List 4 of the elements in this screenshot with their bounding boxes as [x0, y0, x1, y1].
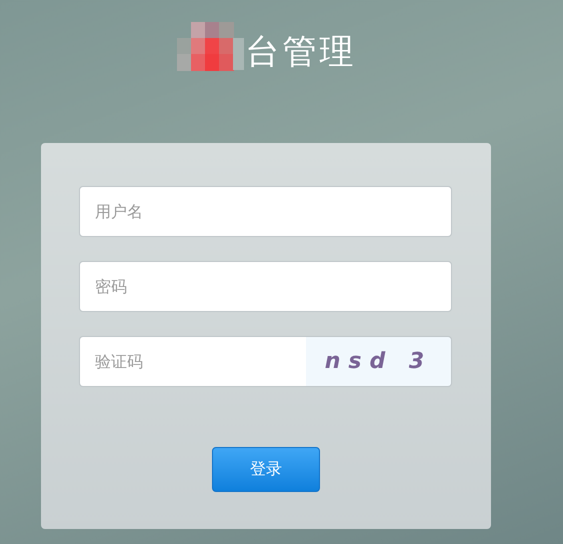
page-title: 台管理 — [246, 31, 356, 74]
username-field[interactable]: 用户名 — [79, 186, 452, 237]
password-field[interactable]: 密码 — [79, 261, 452, 312]
login-button[interactable]: 登录 — [212, 447, 320, 492]
